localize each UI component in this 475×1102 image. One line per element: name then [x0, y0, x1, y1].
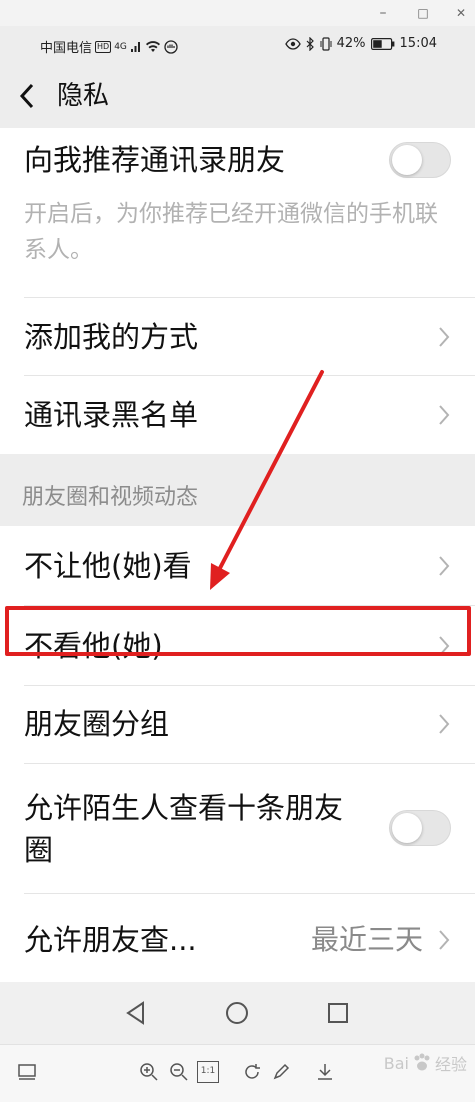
- paw-icon: [414, 1053, 430, 1071]
- watermark-text: Bai: [383, 1053, 409, 1073]
- thumbnail-icon[interactable]: [16, 1061, 38, 1083]
- system-navigation-bar: [0, 982, 475, 1044]
- nav-back-icon[interactable]: [121, 998, 151, 1028]
- zoom-out-icon[interactable]: [168, 1061, 190, 1083]
- viewer-toolbar: 1:1 Bai 经验: [0, 1044, 475, 1102]
- annotation-arrow: [210, 370, 324, 590]
- actual-size-button[interactable]: 1:1: [197, 1061, 219, 1083]
- watermark-logo: Bai 经验: [384, 1051, 467, 1075]
- zoom-in-icon[interactable]: [138, 1061, 160, 1083]
- watermark-suffix: 经验: [434, 1055, 467, 1074]
- download-icon[interactable]: [314, 1061, 336, 1083]
- nav-home-icon[interactable]: [222, 998, 252, 1028]
- rotate-icon[interactable]: [241, 1061, 263, 1083]
- edit-pencil-icon[interactable]: [270, 1061, 292, 1083]
- nav-recents-icon[interactable]: [323, 998, 353, 1028]
